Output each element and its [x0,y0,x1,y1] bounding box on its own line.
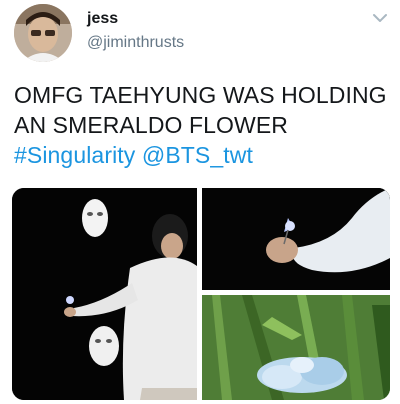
avatar[interactable] [14,4,72,62]
hashtag-link[interactable]: #Singularity [14,142,135,168]
display-name[interactable]: jess [87,10,118,28]
tweet-card[interactable]: jess @jiminthrusts OMFG TAEHYUNG WAS HOL… [0,0,400,404]
tweet-text-line: OMFG TAEHYUNG WAS HOLDING [14,82,387,108]
mention-link[interactable]: @BTS_twt [142,142,253,168]
user-handle[interactable]: @jiminthrusts [87,34,184,52]
tweet-tags-line: #Singularity @BTS_twt [14,140,394,170]
photo-smeraldo-flower[interactable] [202,295,390,400]
tweet-text: OMFG TAEHYUNG WAS HOLDING AN SMERALDO FL… [14,80,394,170]
media-grid [12,188,390,400]
tweet-text-line: AN SMERALDO FLOWER [14,112,289,138]
photo-hand-holding-flower[interactable] [202,188,390,290]
chevron-down-icon[interactable] [370,10,390,26]
photo-performer-with-masks[interactable] [12,188,197,400]
